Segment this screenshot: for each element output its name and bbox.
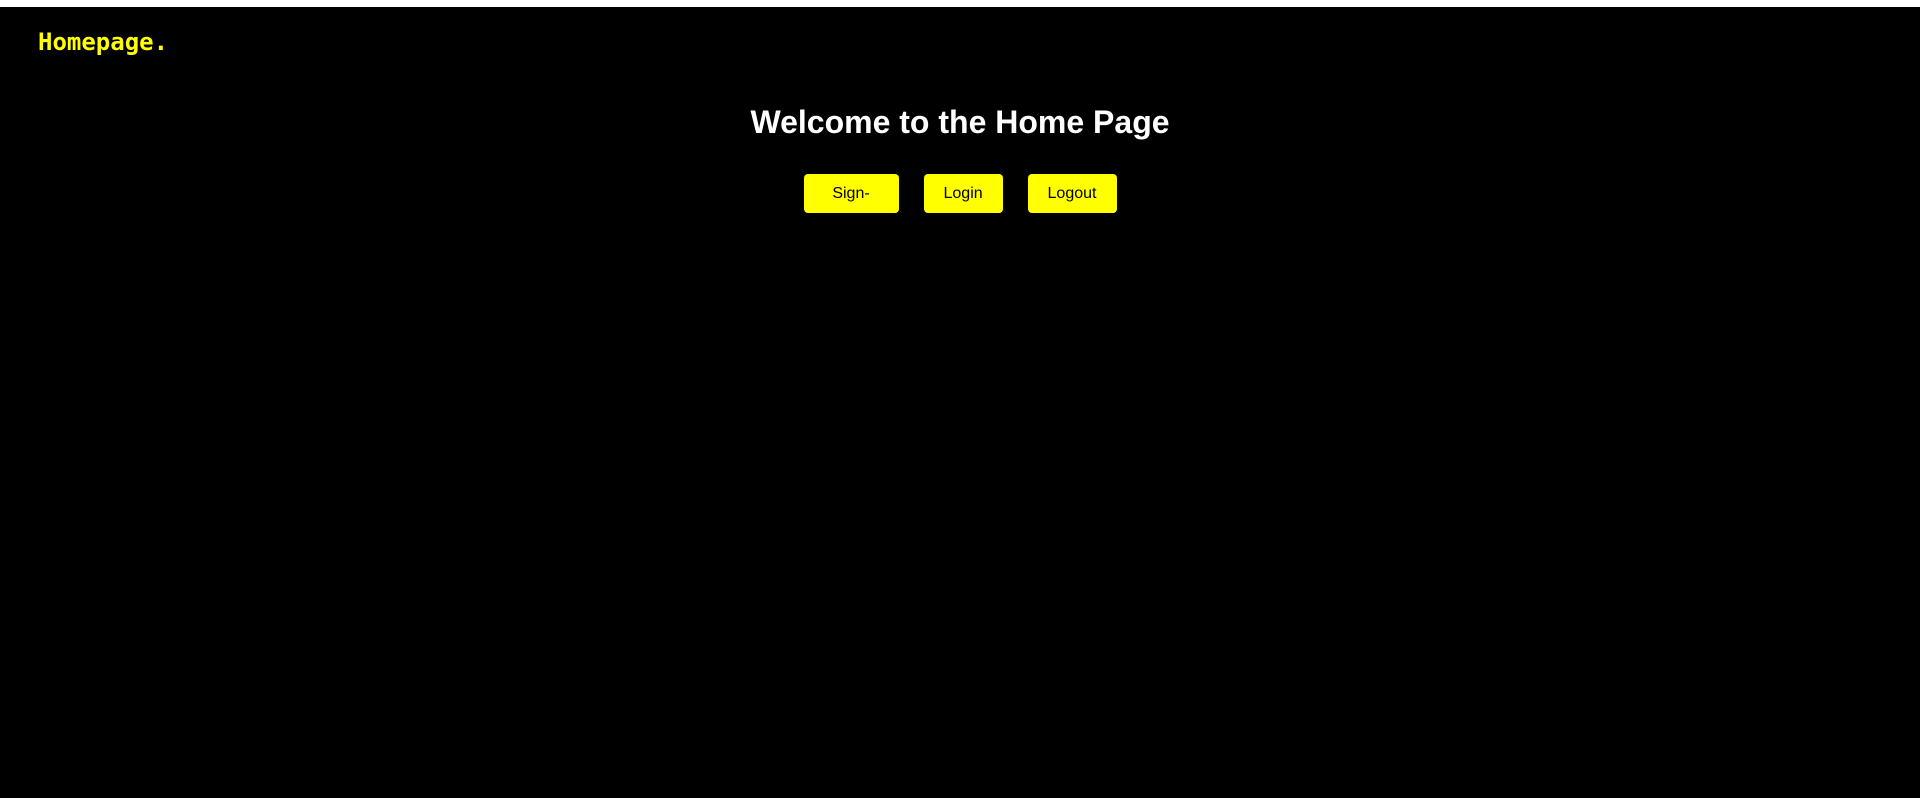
page-title: Welcome to the Home Page bbox=[750, 104, 1170, 140]
page-body: Homepage. Welcome to the Home Page Sign-… bbox=[0, 7, 1920, 798]
signup-button[interactable]: Sign-up bbox=[803, 174, 899, 241]
login-button[interactable]: Login bbox=[923, 174, 1003, 213]
logout-button[interactable]: Logout bbox=[1027, 174, 1117, 213]
auth-button-group: Sign-up Login Logout bbox=[0, 174, 1920, 241]
site-logo[interactable]: Homepage. bbox=[38, 27, 168, 57]
